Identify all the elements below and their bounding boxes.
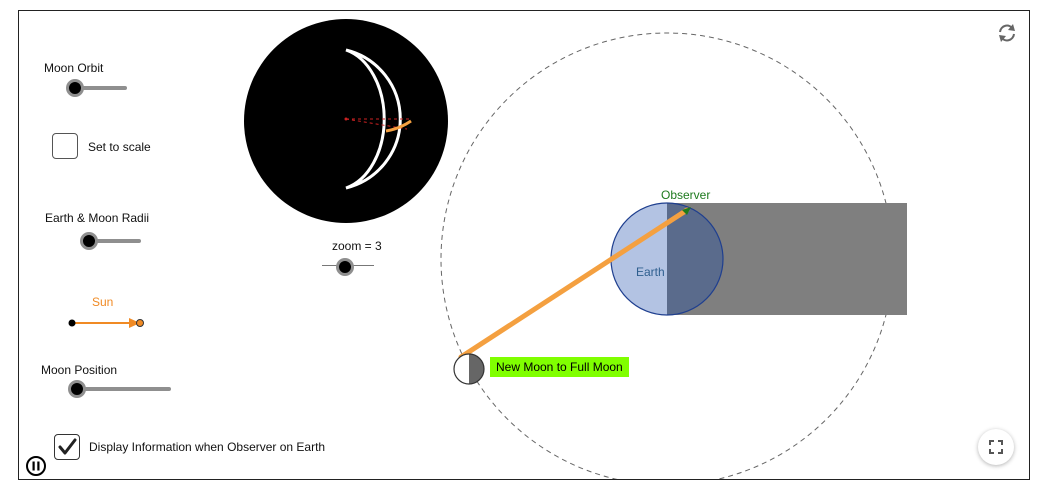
fullscreen-icon: [989, 440, 1003, 454]
moon-position-label: Moon Position: [41, 363, 118, 377]
display-info-checkbox[interactable]: [54, 434, 80, 460]
moon-position-slider-knob[interactable]: [68, 380, 86, 398]
pause-icon: [26, 456, 46, 476]
refresh-icon: [999, 24, 1015, 42]
display-info-label: Display Information when Observer on Ear…: [89, 440, 326, 454]
moon-position-slider-track[interactable]: [71, 387, 171, 391]
radii-slider-knob[interactable]: [80, 232, 98, 250]
reset-button[interactable]: [995, 21, 1019, 50]
applet-canvas: Observer Earth New Moon to Full Moon Moo…: [18, 10, 1030, 480]
scene-graphics: [68, 19, 907, 479]
moon-phase-badge: New Moon to Full Moon: [490, 357, 629, 377]
zoom-slider-knob[interactable]: [336, 258, 354, 276]
radii-label: Earth & Moon Radii: [45, 211, 150, 225]
sun-label: Sun: [92, 295, 114, 309]
moon-orbit-label: Moon Orbit: [44, 61, 104, 75]
earth[interactable]: [610, 202, 724, 316]
zoom-label: zoom = 3: [332, 239, 382, 253]
moon[interactable]: [453, 353, 485, 385]
observer-label: Observer: [661, 188, 711, 202]
set-to-scale-checkbox[interactable]: [52, 133, 78, 159]
earth-label: Earth: [636, 265, 665, 279]
sun-vector[interactable]: [68, 318, 144, 328]
checkmark-icon: [58, 438, 77, 455]
moon-phase-view: [244, 19, 448, 223]
fullscreen-button[interactable]: [978, 429, 1014, 465]
pause-button[interactable]: [25, 455, 47, 479]
set-to-scale-label: Set to scale: [88, 140, 151, 154]
moon-orbit-slider-knob[interactable]: [66, 79, 84, 97]
